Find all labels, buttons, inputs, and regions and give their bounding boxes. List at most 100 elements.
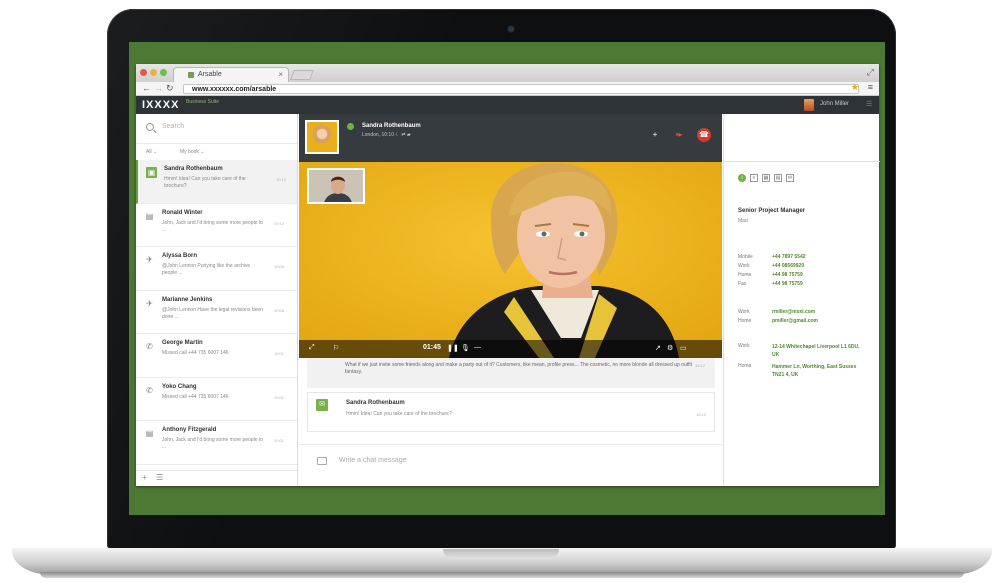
calendar-icon[interactable]: ▦: [762, 174, 770, 182]
fullscreen-icon[interactable]: ⤢: [867, 67, 874, 78]
laptop-scene: Arsable × ⤢ ← → ↻ www.xxxxxx.com/arsable…: [0, 0, 1003, 583]
caller-avatar[interactable]: [305, 120, 339, 154]
screen-share-icon[interactable]: ▭: [680, 344, 687, 352]
chat-input-area[interactable]: Write a chat message: [299, 444, 722, 486]
conversation-type-icon: ▤: [145, 211, 154, 221]
sidebar-footer: + ☰: [136, 470, 297, 486]
close-tab-icon[interactable]: ×: [278, 70, 283, 79]
list-item[interactable]: ▣ Sandra Rothenbaum Hmm! Idea! Can you tak…: [136, 160, 297, 204]
expand-icon[interactable]: ⤢: [309, 344, 315, 352]
contact-field-value[interactable]: 12-14 Whitechapel Liverpool L1 6DU, UK: [772, 343, 868, 359]
chat-message-sender: Sandra Rothenbaum: [346, 400, 405, 406]
contact-field-value[interactable]: +44 98 75759: [772, 272, 803, 278]
add-icon[interactable]: +: [142, 473, 147, 482]
contact-field-label: Home: [738, 363, 752, 369]
browser-tabbar: Arsable × ⤢: [136, 64, 879, 82]
conversation-time: 10:01: [274, 394, 285, 400]
forward-arrow-icon[interactable]: →: [154, 83, 163, 93]
conversation-time: 10:08: [274, 307, 285, 313]
app-window: IXXXX Business Suite John Miller ☰ Searc…: [136, 96, 880, 486]
back-arrow-icon[interactable]: ←: [142, 83, 151, 93]
add-participant-button[interactable]: +: [648, 128, 662, 142]
chat-input[interactable]: Write a chat message: [339, 457, 407, 464]
conversation-preview: Hmm! Idea! Can you take care of the broc…: [164, 176, 246, 189]
conversation-preview: @John Lennon Have the legal revisions be…: [162, 306, 263, 320]
reload-icon[interactable]: ↻: [166, 83, 174, 94]
contact-field-value[interactable]: rmiller@mxxi.com: [772, 309, 815, 315]
contact-field-value[interactable]: +44 08569920: [772, 263, 804, 269]
minimize-window-button[interactable]: [150, 69, 157, 76]
contact-field-value[interactable]: +44 98 75759: [772, 281, 803, 287]
new-tab-button[interactable]: [290, 70, 314, 80]
close-window-button[interactable]: [140, 69, 147, 76]
search-input[interactable]: Search: [162, 123, 184, 130]
volume-slider[interactable]: —: [474, 344, 481, 351]
info-icon[interactable]: i: [738, 174, 746, 182]
call-timer: 01:45: [423, 344, 441, 351]
browser-window: Arsable × ⤢ ← → ↻ www.xxxxxx.com/arsable…: [136, 64, 880, 486]
app-logo[interactable]: IXXXX: [142, 99, 179, 111]
contact-field-label: Mobile: [738, 254, 753, 260]
laptop-opening-notch: [443, 549, 559, 559]
conversation-list: ▣ Sandra Rothenbaum Hmm! Idea! Can you tak…: [136, 160, 297, 465]
caller-location: London, 10:10 ☾ ⇄ ▰: [362, 132, 411, 138]
user-avatar[interactable]: [804, 99, 814, 111]
conversation-name: Yoko Chang: [162, 383, 197, 390]
list-item[interactable]: ▤ Anthony Fitzgerald John, Jack and I'd br…: [136, 421, 297, 465]
chat-history-message: What if we just invite some friends alon…: [307, 358, 715, 388]
list-item[interactable]: ✈ Marianne Jenkins @John Lennon Have the l…: [136, 290, 297, 334]
conversation-time: 10:01: [274, 438, 285, 443]
list-item[interactable]: ✈ Alyssa Born @John Lennon Purlying like t…: [136, 247, 297, 291]
filter-all-dropdown[interactable]: All ⌄: [146, 149, 157, 155]
message-type-icon: ✉: [316, 399, 328, 411]
conversation-time: 10:01: [274, 351, 285, 356]
list-item[interactable]: ✆ Yoko Chang Missed call +44 735 6007 146 1…: [136, 377, 297, 421]
user-menu-icon[interactable]: ☰: [866, 100, 872, 108]
list-menu-icon[interactable]: ☰: [156, 473, 163, 482]
search-box[interactable]: Search: [136, 114, 297, 144]
hangup-button[interactable]: ☎: [697, 128, 711, 142]
conversation-name: George Martin: [162, 340, 203, 346]
conversation-type-icon: ✈: [146, 298, 153, 308]
mail-icon[interactable]: ✉: [786, 174, 794, 182]
video-stream[interactable]: ⤢ ⚐ 01:45 ❚❚ 🎙 — ↗ ⚙ ▭: [299, 162, 722, 358]
settings-icon[interactable]: ⚙: [667, 344, 673, 352]
contact-field-value[interactable]: +44 7897 5542: [772, 254, 806, 260]
contact-field-label: Fax: [738, 281, 747, 287]
pin-icon[interactable]: ⚐: [333, 344, 339, 352]
list-item[interactable]: ▤ Ronald Winter John, Jack and I'd bring s…: [136, 203, 297, 247]
conversation-type-icon: ▣: [146, 167, 157, 178]
contact-panel: i ≡ ▦ ▤ ✉ Senior Project Manager Mad Mob…: [723, 114, 880, 486]
conversation-time: 10:12: [276, 177, 287, 182]
browser-tab[interactable]: Arsable ×: [173, 67, 289, 82]
conversation-time: 10:12: [274, 220, 285, 226]
contact-field-label: Home: [738, 272, 752, 278]
browser-menu-icon[interactable]: ≡: [868, 82, 873, 92]
contact-field-value[interactable]: pmiller@gmail.com: [772, 318, 818, 324]
laptop-base-edge: [40, 572, 964, 578]
bookmark-star-icon[interactable]: ★: [851, 82, 859, 93]
microphone-icon[interactable]: 🎙: [461, 344, 470, 352]
chat-message-text: Hmm! Idea! Can you take care of the broc…: [346, 411, 452, 417]
notes-icon[interactable]: ≡: [750, 174, 758, 182]
webcam: [508, 26, 514, 32]
call-header: Sandra Rothenbaum London, 10:10 ☾ ⇄ ▰ + …: [299, 114, 722, 162]
contact-field-value[interactable]: Hammer Ln, Worthing, East Sussex TN21 4,…: [772, 363, 868, 379]
contact-tabs: i ≡ ▦ ▤ ✉: [738, 174, 794, 182]
conversation-name: Alyssa Born: [162, 253, 198, 259]
address-bar[interactable]: www.xxxxxx.com/arsable: [183, 84, 859, 94]
search-icon: [146, 123, 154, 131]
conversation-name: Anthony Fitzgerald: [162, 427, 217, 433]
contact-field-label: Home: [738, 318, 752, 324]
user-name[interactable]: John Miller: [820, 101, 849, 107]
caller-name: Sandra Rothenbaum: [362, 123, 421, 129]
maximize-window-button[interactable]: [160, 69, 167, 76]
url-text: www.xxxxxx.com/arsable: [192, 86, 277, 93]
filter-mybook-dropdown[interactable]: My book ⌄: [180, 149, 204, 155]
pause-icon[interactable]: ❚❚: [447, 344, 459, 352]
list-item[interactable]: ✆ George Martin Missed call +44 735 6007 1…: [136, 334, 297, 378]
record-button[interactable]: ▪▸: [672, 128, 686, 142]
files-icon[interactable]: ▤: [774, 174, 782, 182]
self-view-thumbnail[interactable]: [307, 168, 365, 204]
conversation-type-icon: ▤: [145, 429, 154, 438]
